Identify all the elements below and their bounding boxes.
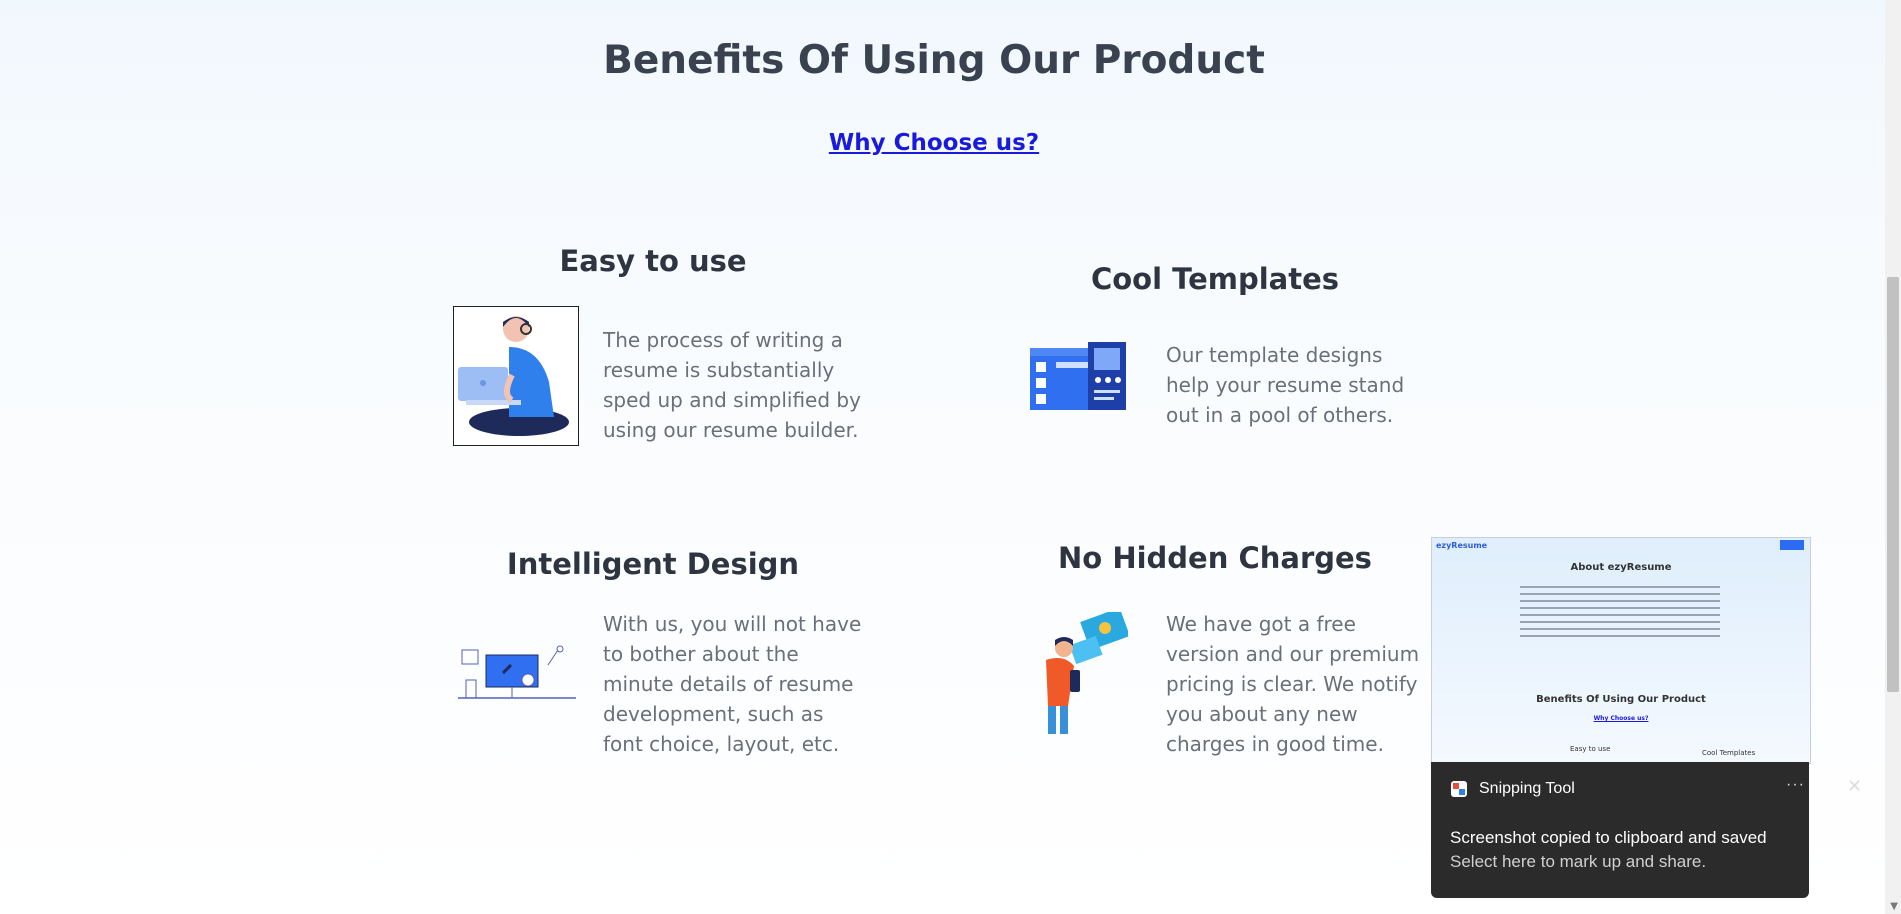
feature-text-easy-to-use: The process of writing a resume is subst… <box>603 328 861 442</box>
thumbnail-logo: ezyResume <box>1436 541 1488 550</box>
feature-title-intelligent-design: Intelligent Design <box>506 547 800 581</box>
template-layout-illustration <box>1028 340 1128 412</box>
thumbnail-about-title: About ezyResume <box>1570 562 1672 573</box>
close-icon[interactable]: ✕ <box>1847 776 1862 797</box>
vertical-scrollbar[interactable]: ▼ <box>1885 0 1901 914</box>
toast-subtitle: Select here to mark up and share. <box>1450 852 1707 871</box>
feature-text-no-hidden-charges: We have got a free version and our premi… <box>1166 612 1420 756</box>
toast-title: Screenshot copied to clipboard and saved <box>1450 828 1767 847</box>
feature-text-cool-templates: Our template designs help your resume st… <box>1166 343 1405 427</box>
feature-title-easy-to-use: Easy to use <box>559 244 747 278</box>
thumbnail-paragraph <box>1520 586 1720 642</box>
design-desk-illustration <box>458 645 576 701</box>
snipping-tool-icon <box>1450 780 1468 798</box>
person-laptop-illustration <box>453 306 579 446</box>
thumbnail-col-1: Easy to use <box>1570 745 1611 753</box>
thumbnail-nav-button <box>1780 540 1804 550</box>
feature-title-cool-templates: Cool Templates <box>1090 262 1340 296</box>
why-choose-us-link[interactable]: Why Choose us? <box>0 130 1868 156</box>
scroll-down-arrow-icon[interactable]: ▼ <box>1890 901 1898 912</box>
toast-app-name: Snipping Tool <box>1479 780 1575 797</box>
feature-text-intelligent-design: With us, you will not have to bother abo… <box>603 612 862 756</box>
person-phone-illustration <box>1028 607 1130 738</box>
more-icon[interactable]: ··· <box>1786 776 1805 794</box>
thumbnail-why-link: Why Choose us? <box>1593 715 1649 722</box>
scrollbar-thumb[interactable] <box>1887 277 1899 692</box>
section-title: Benefits Of Using Our Product <box>603 38 1265 83</box>
screenshot-thumbnail[interactable]: ezyResume About ezyResume Benefits Of Us… <box>1431 537 1811 764</box>
thumbnail-benefits-title: Benefits Of Using Our Product <box>1536 694 1706 705</box>
thumbnail-col-2: Cool Templates <box>1702 749 1756 757</box>
snipping-tool-notification[interactable]: Snipping Tool ··· ✕ Screenshot copied to… <box>1431 762 1862 898</box>
feature-title-no-hidden-charges: No Hidden Charges <box>1058 541 1372 575</box>
